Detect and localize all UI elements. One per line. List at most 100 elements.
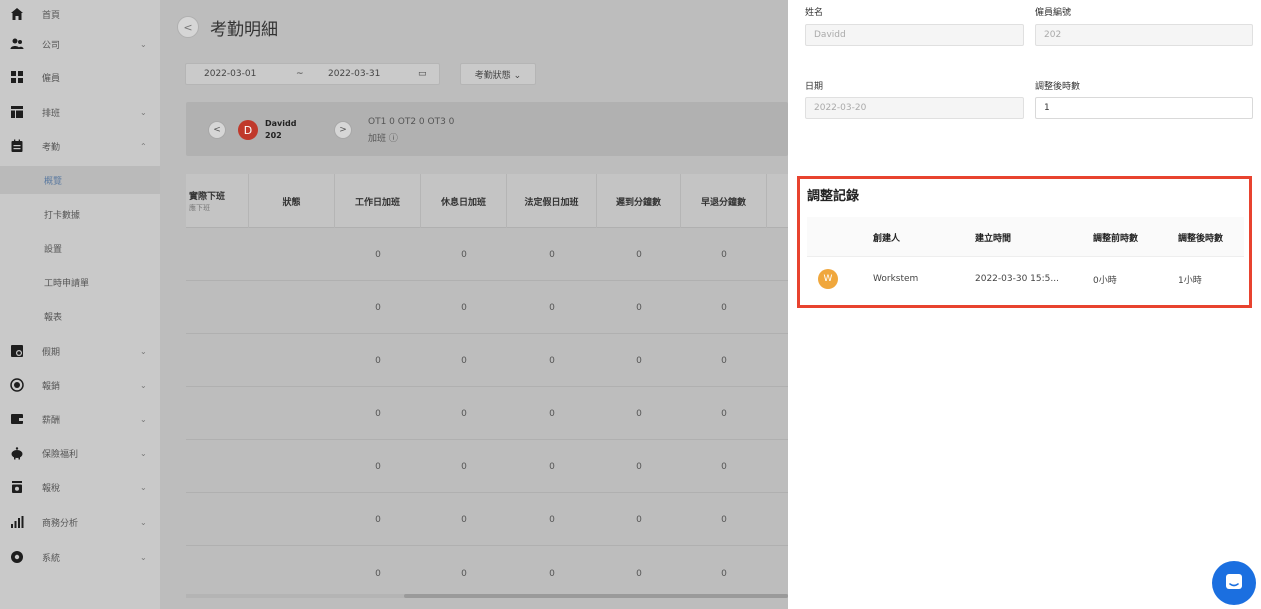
calendar-icon [10, 139, 24, 153]
sidebar-item-employees[interactable]: 僱員 [0, 65, 160, 89]
sidebar-item-label: 系統 [42, 553, 61, 564]
horizontal-scrollbar[interactable] [186, 594, 788, 598]
column-header-restday-ot[interactable]: 休息日加班 [421, 174, 507, 228]
table-cell: 0 [375, 355, 381, 366]
sidebar-item-system[interactable]: 系統 ⌄ [0, 545, 160, 569]
ot-label: 加班 ⓘ [368, 134, 398, 144]
wallet-icon [10, 412, 24, 426]
tax-icon [10, 480, 24, 494]
sidebar-item-expenses[interactable]: 報銷 ⌄ [0, 373, 160, 397]
table-row[interactable]: 0 0 0 0 0 [186, 387, 788, 440]
chevron-down-icon: ⌄ [140, 346, 147, 356]
sidebar-sub-settings[interactable]: 設置 [0, 234, 160, 262]
employee-bar: < D Davidd 202 > OT1 0 OT2 0 OT3 0 加班 ⓘ [186, 102, 788, 156]
table-row[interactable]: 0 0 0 0 0 [186, 546, 788, 594]
table-cell: 0 [721, 302, 727, 313]
table-cell: 0 [636, 302, 642, 313]
chevron-down-icon: ⌄ [140, 482, 147, 492]
sidebar-item-leave[interactable]: 假期 ⌄ [0, 339, 160, 363]
sidebar-item-attendance[interactable]: 考勤 ⌃ [0, 134, 160, 158]
back-button[interactable]: < [177, 16, 199, 38]
home-icon [10, 7, 24, 21]
table-row[interactable]: 0 0 0 0 0 [186, 228, 788, 281]
record-created-time: 2022-03-30 15:5... [975, 274, 1059, 284]
sidebar-item-insurance[interactable]: 保險福利 ⌄ [0, 441, 160, 465]
table-cell: 0 [375, 514, 381, 525]
bar-chart-icon [10, 515, 24, 529]
table-cell: 0 [721, 355, 727, 366]
table-row[interactable]: 0 0 0 0 0 [186, 334, 788, 387]
sidebar-item-label: 薪酬 [42, 415, 61, 426]
table-cell: 0 [549, 249, 555, 260]
calendar-icon: ▭ [418, 69, 427, 79]
sidebar-item-label: 商務分析 [42, 518, 79, 529]
sidebar-sub-hours-request[interactable]: 工時申請單 [0, 268, 160, 296]
table-cell: 0 [461, 302, 467, 313]
column-header-early-leave-minutes[interactable]: 早退分鐘數 [681, 174, 767, 228]
piggy-bank-icon [10, 446, 24, 460]
table-cell: 0 [549, 302, 555, 313]
column-header-actual-clockout: 實際下班 應下班 [186, 174, 249, 228]
table-row[interactable]: 0 0 0 0 0 [186, 493, 788, 546]
sidebar-sub-label: 設置 [44, 244, 63, 255]
chevron-down-icon: ⌄ [140, 448, 147, 458]
sidebar-sub-label: 概覽 [44, 176, 63, 187]
table-cell [249, 387, 335, 440]
sidebar: 首頁 公司 ⌄ 僱員 排班 ⌄ 考勤 ⌃ 概覽 打卡數據 設置 工時申請單 報表… [0, 0, 160, 609]
sidebar-item-payroll[interactable]: 薪酬 ⌄ [0, 407, 160, 431]
adjusted-hours-label: 調整後時數 [1035, 82, 1081, 92]
table-row[interactable]: 0 0 0 0 0 [186, 440, 788, 493]
column-header-status[interactable]: 狀態 [249, 174, 335, 228]
sidebar-item-company[interactable]: 公司 ⌄ [0, 32, 160, 56]
table-cell [249, 281, 335, 334]
date-separator: ~ [296, 69, 304, 79]
sidebar-sub-clock-data[interactable]: 打卡數據 [0, 200, 160, 228]
sidebar-sub-label: 打卡數據 [44, 210, 81, 221]
gear-icon [10, 550, 24, 564]
date-range-picker[interactable]: 2022-03-01 ~ 2022-03-31 ▭ [185, 63, 440, 85]
table-cell: 0 [375, 249, 381, 260]
sidebar-item-scheduling[interactable]: 排班 ⌄ [0, 100, 160, 124]
attendance-status-dropdown[interactable]: 考勤狀態 ⌄ [460, 63, 536, 85]
table-cell [249, 493, 335, 546]
sidebar-item-label: 排班 [42, 108, 61, 119]
table-row[interactable]: 0 0 0 0 0 [186, 281, 788, 334]
table-cell [249, 546, 335, 594]
ot-summary: OT1 0 OT2 0 OT3 0 [368, 117, 455, 127]
column-header-workday-ot[interactable]: 工作日加班 [335, 174, 421, 228]
sidebar-item-label: 假期 [42, 347, 61, 358]
chat-support-button[interactable] [1212, 561, 1256, 605]
column-header-holiday-ot[interactable]: 法定假日加班 [507, 174, 597, 228]
chevron-down-icon: ⌄ [140, 552, 147, 562]
next-employee-button[interactable]: > [334, 121, 352, 139]
target-icon [10, 378, 24, 392]
table-cell: 0 [636, 461, 642, 472]
sidebar-item-home[interactable]: 首頁 [0, 2, 160, 26]
table-cell: 0 [461, 355, 467, 366]
prev-employee-button[interactable]: < [208, 121, 226, 139]
table-cell: 0 [461, 461, 467, 472]
record-hours-after: 1小時 [1178, 275, 1202, 286]
column-header-label: 實際下班 [189, 192, 226, 202]
avatar: W [818, 269, 838, 289]
table-cell: 0 [636, 514, 642, 525]
scrollbar-thumb[interactable] [404, 594, 788, 598]
table-cell: 0 [636, 408, 642, 419]
chevron-down-icon: ⌄ [140, 380, 147, 390]
table-cell: 0 [549, 355, 555, 366]
sidebar-item-label: 報稅 [42, 483, 61, 494]
sidebar-item-tax[interactable]: 報稅 ⌄ [0, 475, 160, 499]
sidebar-sub-overview[interactable]: 概覽 [0, 166, 160, 194]
sidebar-sub-reports[interactable]: 報表 [0, 302, 160, 330]
chevron-up-icon: ⌃ [140, 141, 147, 151]
table-cell: 0 [721, 408, 727, 419]
date-label: 日期 [805, 82, 824, 92]
sidebar-item-analytics[interactable]: 商務分析 ⌄ [0, 510, 160, 534]
column-header-late-minutes[interactable]: 遲到分鐘數 [597, 174, 681, 228]
table-cell: 0 [375, 302, 381, 313]
records-table-header: 創建人 建立時間 調整前時數 調整後時數 [807, 217, 1244, 257]
employee-name: Davidd [265, 119, 297, 128]
sidebar-item-label: 考勤 [42, 142, 61, 153]
adjusted-hours-input[interactable]: 1 [1035, 97, 1253, 119]
chevron-down-icon: ⌄ [140, 39, 147, 49]
